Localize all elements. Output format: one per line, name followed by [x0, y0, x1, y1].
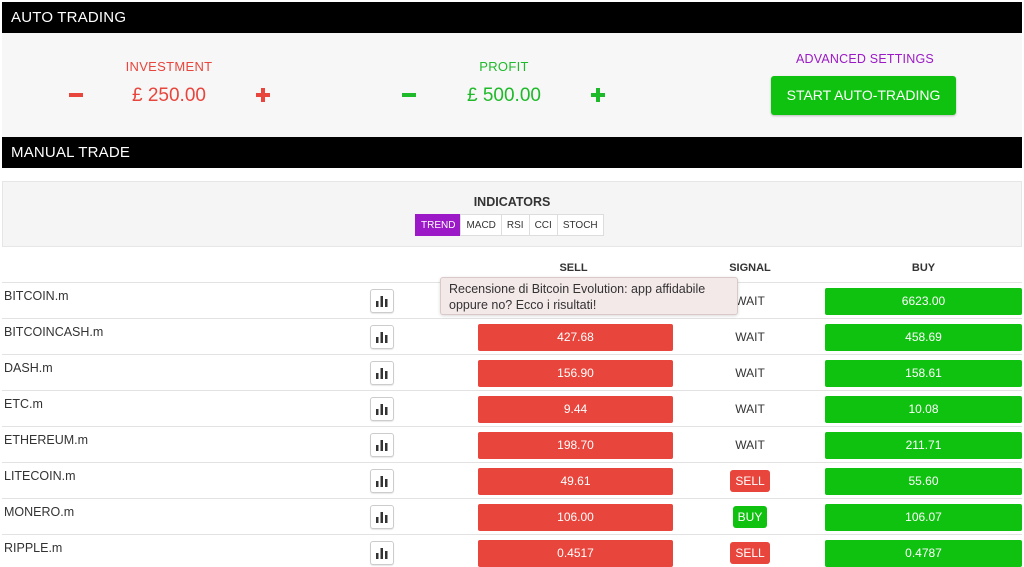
profit-plus-icon[interactable] — [587, 84, 609, 106]
advanced-settings-link[interactable]: ADVANCED SETTINGS — [796, 52, 934, 66]
profit-label: PROFIT — [479, 59, 529, 74]
symbol-name: ETC.m — [4, 397, 43, 411]
buy-button[interactable]: 158.61 — [825, 360, 1022, 387]
sell-button[interactable]: 198.70 — [478, 432, 673, 459]
chart-button[interactable] — [370, 325, 394, 349]
column-header-sell: SELL — [559, 262, 588, 274]
start-auto-trading-button[interactable]: START AUTO-TRADING — [771, 76, 956, 115]
column-header-signal: SIGNAL — [729, 262, 771, 274]
signal-cell: BUY — [702, 499, 798, 535]
table-row: BITCOINCASH.m 427.68 WAIT 458.69 — [2, 318, 1022, 354]
buy-button[interactable]: 6623.00 — [825, 288, 1022, 315]
profit-value: £ 500.00 — [467, 85, 541, 106]
chart-button[interactable] — [370, 289, 394, 313]
auto-trading-header: AUTO TRADING — [2, 2, 1022, 33]
table-row: ETHEREUM.m 198.70 WAIT 211.71 — [2, 426, 1022, 462]
sell-button[interactable]: 49.61 — [478, 468, 673, 495]
signal-badge: SELL — [730, 542, 770, 564]
symbol-name: ETHEREUM.m — [4, 433, 89, 447]
sell-button[interactable]: 0.4517 — [478, 540, 673, 567]
investment-plus-icon[interactable] — [252, 84, 274, 106]
signal-cell: WAIT — [702, 427, 798, 463]
buy-button[interactable]: 55.60 — [825, 468, 1022, 495]
buy-button[interactable]: 458.69 — [825, 324, 1022, 351]
symbol-name: RIPPLE.m — [4, 541, 63, 555]
sell-button[interactable]: 9.44 — [478, 396, 673, 423]
investment-minus-icon[interactable] — [65, 84, 87, 106]
buy-button[interactable]: 106.07 — [825, 504, 1022, 531]
sell-button[interactable]: 106.00 — [478, 504, 673, 531]
buy-button[interactable]: 0.4787 — [825, 540, 1022, 567]
indicators-title: INDICATORS — [473, 195, 551, 209]
tab-trend[interactable]: TREND — [415, 214, 462, 236]
tab-stoch[interactable]: STOCH — [556, 214, 604, 236]
chart-button[interactable] — [370, 397, 394, 421]
table-row: DASH.m 156.90 WAIT 158.61 — [2, 354, 1022, 390]
signal-text: WAIT — [735, 330, 765, 344]
tab-macd[interactable]: MACD — [460, 214, 502, 236]
sell-button[interactable]: 156.90 — [478, 360, 673, 387]
tab-cci[interactable]: CCI — [528, 214, 558, 236]
signal-cell: SELL — [702, 463, 798, 499]
table-row: ETC.m 9.44 WAIT 10.08 — [2, 390, 1022, 426]
buy-button[interactable]: 211.71 — [825, 432, 1022, 459]
signal-cell: WAIT — [702, 355, 798, 391]
symbol-name: LITECOIN.m — [4, 469, 76, 483]
manual-trade-header: MANUAL TRADE — [2, 137, 1022, 168]
tab-rsi[interactable]: RSI — [500, 214, 530, 236]
chart-button[interactable] — [370, 433, 394, 457]
signal-cell: WAIT — [702, 319, 798, 355]
table-row: LITECOIN.m 49.61 SELL 55.60 — [2, 462, 1022, 498]
signal-text: WAIT — [735, 438, 765, 452]
signal-cell: WAIT — [702, 391, 798, 427]
indicator-tabs: TREND MACD RSI CCI STOCH — [415, 214, 604, 236]
signal-badge: BUY — [732, 506, 768, 528]
symbol-name: MONERO.m — [4, 505, 75, 519]
symbol-name: BITCOIN.m — [4, 289, 69, 303]
symbol-name: BITCOINCASH.m — [4, 325, 104, 339]
buy-button[interactable]: 10.08 — [825, 396, 1022, 423]
signal-badge: SELL — [730, 470, 770, 492]
chart-button[interactable] — [370, 469, 394, 493]
investment-value: £ 250.00 — [132, 85, 206, 106]
signal-text: WAIT — [735, 366, 765, 380]
table-row: RIPPLE.m 0.4517 SELL 0.4787 — [2, 534, 1022, 567]
chart-button[interactable] — [370, 505, 394, 529]
chart-button[interactable] — [370, 541, 394, 565]
chart-button[interactable] — [370, 361, 394, 385]
signal-cell: SELL — [702, 535, 798, 567]
investment-label: INVESTMENT — [125, 59, 213, 74]
tooltip: Recensione di Bitcoin Evolution: app aff… — [440, 277, 738, 315]
signal-text: WAIT — [735, 294, 765, 308]
table-row: MONERO.m 106.00 BUY 106.07 — [2, 498, 1022, 534]
sell-button[interactable]: 427.68 — [478, 324, 673, 351]
signal-text: WAIT — [735, 402, 765, 416]
profit-minus-icon[interactable] — [398, 84, 420, 106]
symbol-name: DASH.m — [4, 361, 53, 375]
column-header-buy: BUY — [911, 262, 936, 274]
